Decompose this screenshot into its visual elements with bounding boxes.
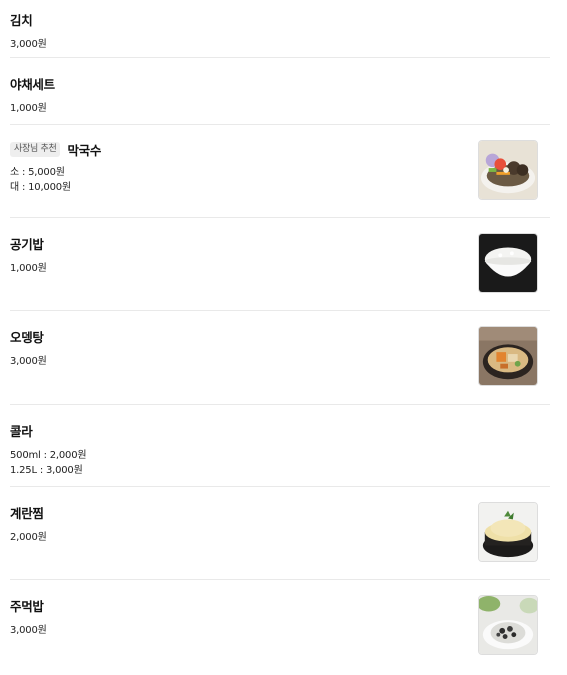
menu-item-prices: 500ml : 2,000원 1.25L : 3,000원 bbox=[10, 448, 550, 478]
menu-item-price: 대 : 10,000원 bbox=[10, 182, 71, 193]
fishcake-soup-photo[interactable] bbox=[478, 326, 538, 386]
menu-item-name: 김치 bbox=[10, 13, 33, 28]
menu-item-name: 주먹밥 bbox=[10, 599, 44, 614]
menu-item-prices: 1,000원 bbox=[10, 101, 550, 116]
divider bbox=[10, 404, 550, 405]
divider bbox=[10, 579, 550, 580]
menu-item-prices: 1,000원 bbox=[10, 261, 550, 276]
divider bbox=[10, 486, 550, 487]
menu-item-fishcake-soup[interactable]: 오뎅탕 3,000원 bbox=[10, 327, 550, 369]
buckwheat-noodle-image bbox=[479, 141, 537, 199]
menu-item-price: 3,000원 bbox=[10, 356, 47, 367]
menu-item-cola[interactable]: 콜라 500ml : 2,000원 1.25L : 3,000원 bbox=[10, 421, 550, 478]
menu-item-vegetable-set[interactable]: 야채세트 1,000원 bbox=[10, 74, 550, 116]
menu-item-buckwheat-noodles[interactable]: 사장님 추천 막국수 소 : 5,000원 대 : 10,000원 bbox=[10, 140, 550, 195]
rice-ball-photo[interactable] bbox=[478, 595, 538, 655]
menu-item-price: 3,000원 bbox=[10, 625, 47, 636]
menu-item-price: 1,000원 bbox=[10, 263, 47, 274]
rice-ball-image bbox=[479, 596, 537, 654]
menu-item-prices: 3,000원 bbox=[10, 37, 550, 52]
divider bbox=[10, 217, 550, 218]
menu-item-steamed-egg[interactable]: 계란찜 2,000원 bbox=[10, 503, 550, 545]
menu-item-price: 1,000원 bbox=[10, 103, 47, 114]
menu-item-name: 야채세트 bbox=[10, 77, 55, 92]
menu-item-prices: 3,000원 bbox=[10, 623, 550, 638]
menu-item-prices: 2,000원 bbox=[10, 530, 550, 545]
buckwheat-noodle-photo[interactable] bbox=[478, 140, 538, 200]
menu-item-price: 1.25L : 3,000원 bbox=[10, 465, 83, 476]
rice-bowl-photo[interactable] bbox=[478, 233, 538, 293]
menu-item-prices: 소 : 5,000원 대 : 10,000원 bbox=[10, 165, 550, 195]
steamed-egg-image bbox=[479, 503, 537, 561]
menu-item-prices: 3,000원 bbox=[10, 354, 550, 369]
steamed-egg-photo[interactable] bbox=[478, 502, 538, 562]
divider bbox=[10, 310, 550, 311]
menu-item-price: 3,000원 bbox=[10, 39, 47, 50]
fishcake-soup-image bbox=[479, 327, 537, 385]
menu-item-price: 500ml : 2,000원 bbox=[10, 450, 87, 461]
menu-item-name: 계란찜 bbox=[10, 506, 44, 521]
recommend-badge: 사장님 추천 bbox=[10, 142, 61, 157]
divider bbox=[10, 124, 550, 125]
menu-item-rice-ball[interactable]: 주먹밥 3,000원 bbox=[10, 596, 550, 638]
menu-item-name: 오뎅탕 bbox=[10, 330, 44, 345]
menu-item-kimchi[interactable]: 김치 3,000원 bbox=[10, 10, 550, 52]
menu-item-price: 소 : 5,000원 bbox=[10, 167, 65, 178]
menu-item-name: 공기밥 bbox=[10, 237, 44, 252]
menu-item-rice[interactable]: 공기밥 1,000원 bbox=[10, 234, 550, 276]
rice-bowl-image bbox=[479, 234, 537, 292]
menu-item-price: 2,000원 bbox=[10, 532, 47, 543]
divider bbox=[10, 57, 550, 58]
menu-item-name: 콜라 bbox=[10, 424, 33, 439]
menu-item-name: 막국수 bbox=[67, 143, 102, 158]
menu-item-name-row: 사장님 추천 막국수 bbox=[10, 140, 550, 159]
